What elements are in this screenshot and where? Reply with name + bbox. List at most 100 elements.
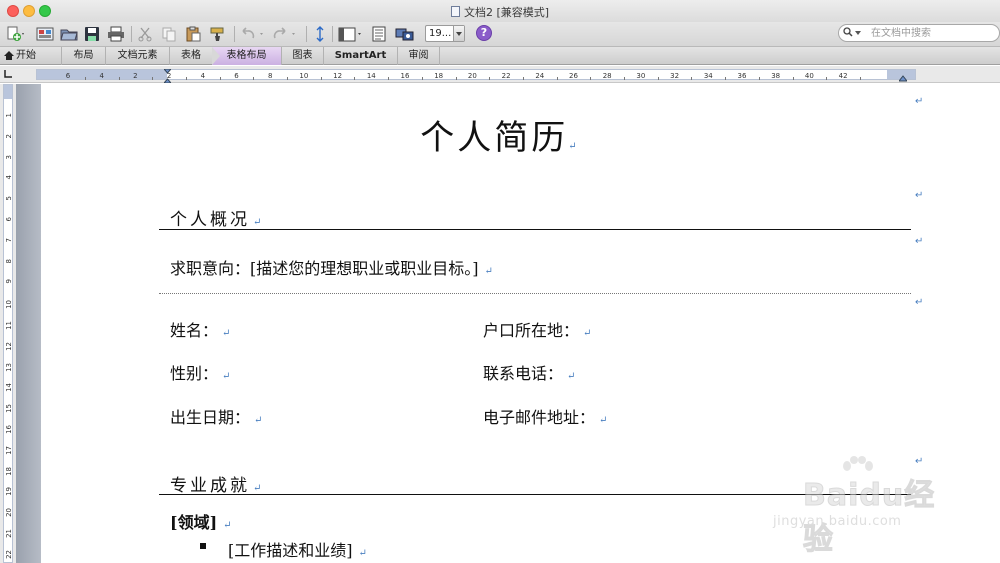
ruler-number: 6 — [65, 72, 71, 80]
search-options-caret-icon[interactable] — [855, 31, 861, 35]
ruler-number: 42 — [838, 72, 848, 80]
ruler-number: 38 — [771, 72, 781, 80]
paragraph-mark: ↵ — [915, 297, 924, 308]
sidebar-button[interactable] — [336, 25, 366, 43]
field-gender-label: 性别： — [170, 364, 219, 383]
paragraph-mark: ↵ — [222, 328, 231, 339]
ruler-number: 22 — [501, 72, 511, 80]
tab-table-layout[interactable]: 表格布局 — [212, 47, 282, 65]
ruler-tick — [691, 77, 693, 80]
resume-title[interactable]: 个人简历↵ — [0, 110, 1000, 159]
paragraph-mark: ↵ — [223, 520, 232, 531]
field-email[interactable]: 电子邮件地址： ↵ — [483, 404, 607, 428]
dotted-divider — [159, 293, 911, 294]
redo-button[interactable] — [270, 25, 300, 43]
tab-layout[interactable]: 布局 — [62, 47, 106, 65]
tab-charts[interactable]: 图表 — [282, 47, 324, 65]
tab-stop-selector-icon[interactable] — [2, 68, 16, 81]
help-button[interactable]: ? — [476, 25, 492, 41]
ruler-tick — [185, 77, 187, 80]
new-document-icon — [7, 26, 24, 41]
section-heading-achievements[interactable]: 专业成就 ↵ — [170, 471, 264, 496]
paragraph-mark: ↵ — [253, 217, 265, 228]
job-objective-text: 求职意向：[描述您的理想职业或职业目标。] — [170, 259, 479, 278]
paste-button[interactable] — [183, 25, 203, 43]
document-icon — [450, 6, 460, 17]
vertical-ruler-number: 14 — [5, 383, 13, 393]
field-name[interactable]: 姓名： ↵ — [170, 317, 230, 341]
tab-document-elements[interactable]: 文档元素 — [106, 47, 170, 65]
toolbox-icon — [372, 26, 386, 42]
field-hukou[interactable]: 户口所在地： ↵ — [483, 317, 591, 341]
copy-button[interactable] — [159, 25, 179, 43]
search-input[interactable] — [871, 26, 996, 40]
save-button[interactable] — [82, 25, 102, 43]
horizontal-ruler[interactable]: 6 4 2 2 4 6 8 10 12 14 16 18 20 22 24 26 28 30 32 34 36 38 40 4… — [0, 66, 1000, 83]
chevron-down-icon[interactable] — [453, 26, 464, 41]
zoom-select[interactable]: 19... — [425, 25, 465, 42]
paragraph-mark: ↵ — [567, 371, 576, 382]
undo-button[interactable] — [238, 25, 268, 43]
right-indent-marker-icon[interactable] — [897, 68, 909, 82]
paragraph-mark: ↵ — [599, 415, 608, 426]
tab-review[interactable]: 审阅 — [398, 47, 440, 65]
paragraph-mark: ↵ — [253, 483, 265, 494]
field-email-label: 电子邮件地址： — [483, 408, 596, 427]
achievement-field[interactable]: [领域] ↵ — [170, 509, 232, 533]
vertical-ruler-number: 11 — [5, 321, 13, 330]
save-icon — [85, 27, 99, 41]
ruler-tick — [455, 77, 457, 80]
ruler-tick — [84, 77, 86, 80]
ruler-tick — [253, 77, 255, 80]
field-phone[interactable]: 联系电话： ↵ — [483, 360, 575, 384]
ruler-number: 34 — [703, 72, 713, 80]
section-heading-overview[interactable]: 个人概况 ↵ — [170, 205, 264, 230]
tab-home[interactable]: 开始 — [0, 47, 62, 65]
vertical-ruler-number: 21 — [5, 529, 13, 538]
printer-icon — [108, 26, 124, 42]
cut-button[interactable] — [135, 25, 155, 43]
vertical-ruler-number: 8 — [5, 258, 13, 264]
tab-tables[interactable]: 表格 — [170, 47, 212, 65]
gallery-button[interactable] — [34, 25, 56, 43]
toolbox-button[interactable] — [369, 25, 389, 43]
ruler-number: 32 — [670, 72, 680, 80]
home-icon — [4, 51, 14, 60]
new-document-button[interactable] — [4, 25, 28, 43]
paragraph-mark: ↵ — [222, 371, 231, 382]
ruler-number: 12 — [333, 72, 343, 80]
ruler-tick — [421, 77, 423, 80]
format-painter-button[interactable] — [207, 25, 229, 43]
field-gender[interactable]: 性别： ↵ — [170, 360, 230, 384]
ruler-tick — [522, 77, 524, 80]
paragraph-mark: ↵ — [915, 96, 924, 107]
first-line-indent-marker-icon[interactable] — [162, 68, 173, 84]
achievement-bullet-item[interactable]: [工作描述和业绩] ↵ — [228, 537, 367, 561]
section-heading-text: 个人概况 — [170, 210, 250, 230]
ruler-tick — [725, 77, 727, 80]
ruler-number: 18 — [434, 72, 444, 80]
paste-icon — [186, 26, 201, 42]
paragraph-mark: ↵ — [254, 415, 263, 426]
ruler-number: 4 — [99, 72, 104, 80]
media-browser-button[interactable] — [393, 25, 417, 43]
print-button[interactable] — [105, 25, 127, 43]
field-birthdate[interactable]: 出生日期： ↵ — [170, 404, 262, 428]
resume-title-text: 个人简历 — [420, 118, 569, 158]
tab-smartart[interactable]: SmartArt — [324, 47, 398, 65]
search-box[interactable] — [838, 24, 1000, 42]
sort-button[interactable] — [311, 25, 329, 43]
open-button[interactable] — [58, 25, 80, 43]
ruler-number: 24 — [535, 72, 545, 80]
ruler-number: 10 — [299, 72, 309, 80]
ruler-tick — [556, 77, 558, 80]
tab-separator-arrow — [212, 47, 220, 65]
ruler-number: 36 — [737, 72, 747, 80]
ruler-tick — [624, 77, 626, 80]
vertical-ruler-number: 7 — [5, 237, 13, 243]
search-icon[interactable] — [843, 26, 853, 41]
achievement-bullet-text: [工作描述和业绩] — [228, 541, 353, 560]
bullet-marker — [200, 543, 206, 549]
job-objective-line[interactable]: 求职意向：[描述您的理想职业或职业目标。] ↵ — [170, 255, 493, 279]
ruler-number: 6 — [234, 72, 239, 80]
